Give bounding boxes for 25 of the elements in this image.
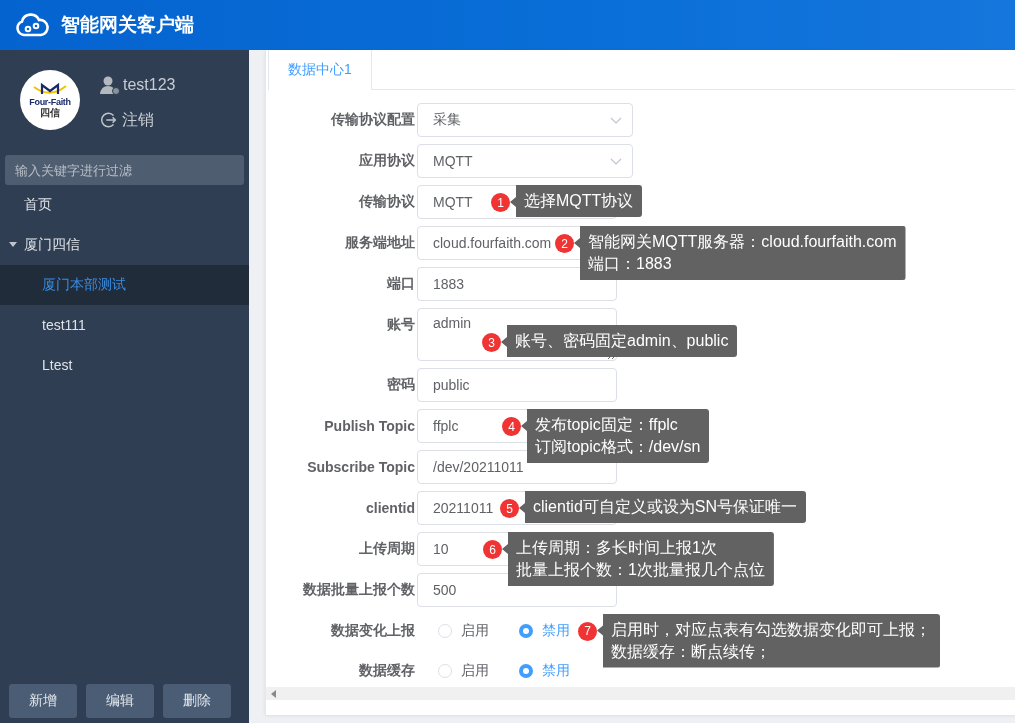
company-logo: Four-Faith 四信 (20, 70, 80, 130)
field-label: 传输协议配置 (330, 111, 415, 129)
annotation-tooltip: 启用时，对应点表有勾选数据变化即可上报； 数据缓存：断点续传； (597, 613, 940, 668)
annotation-tooltip: 账号、密码固定admin、public (501, 325, 738, 357)
annotation-tooltip: clientid可自定义或设为SN号保证唯一 (519, 491, 807, 523)
field-label: Publish Topic (323, 418, 415, 434)
number-badge: 7 (578, 621, 597, 641)
field-label: 服务端地址 (344, 234, 415, 252)
field-label: 传输协议 (358, 193, 415, 211)
app-title: 智能网关客户端 (61, 13, 194, 37)
field-label: 上传周期 (358, 540, 415, 558)
field-label: 数据缓存 (358, 661, 415, 680)
field-label: 密码 (386, 376, 415, 394)
annotation-tooltip: 选择MQTT协议 (510, 185, 643, 217)
annotation-tooltip: 上传周期：多长时间上报1次 批量上报个数：1次批量报几个点位 (502, 532, 774, 586)
field-label: Subscribe Topic (306, 459, 415, 475)
annotation-tooltip: 智能网关MQTT服务器：cloud.fourfaith.com 端口：1883 (574, 226, 906, 280)
field-label: 账号 (386, 315, 415, 334)
annotation-tooltip: 发布topic固定：ffplc 订阅topic格式：/dev/sn (521, 409, 710, 463)
user-name: test123 (123, 76, 176, 94)
field-label: 端口 (386, 275, 415, 293)
field-label: 数据批量上报个数 (302, 581, 415, 599)
field-label: 数据变化上报 (330, 621, 415, 640)
field-label: 应用协议 (358, 152, 415, 170)
field-label: clientid (365, 500, 415, 516)
